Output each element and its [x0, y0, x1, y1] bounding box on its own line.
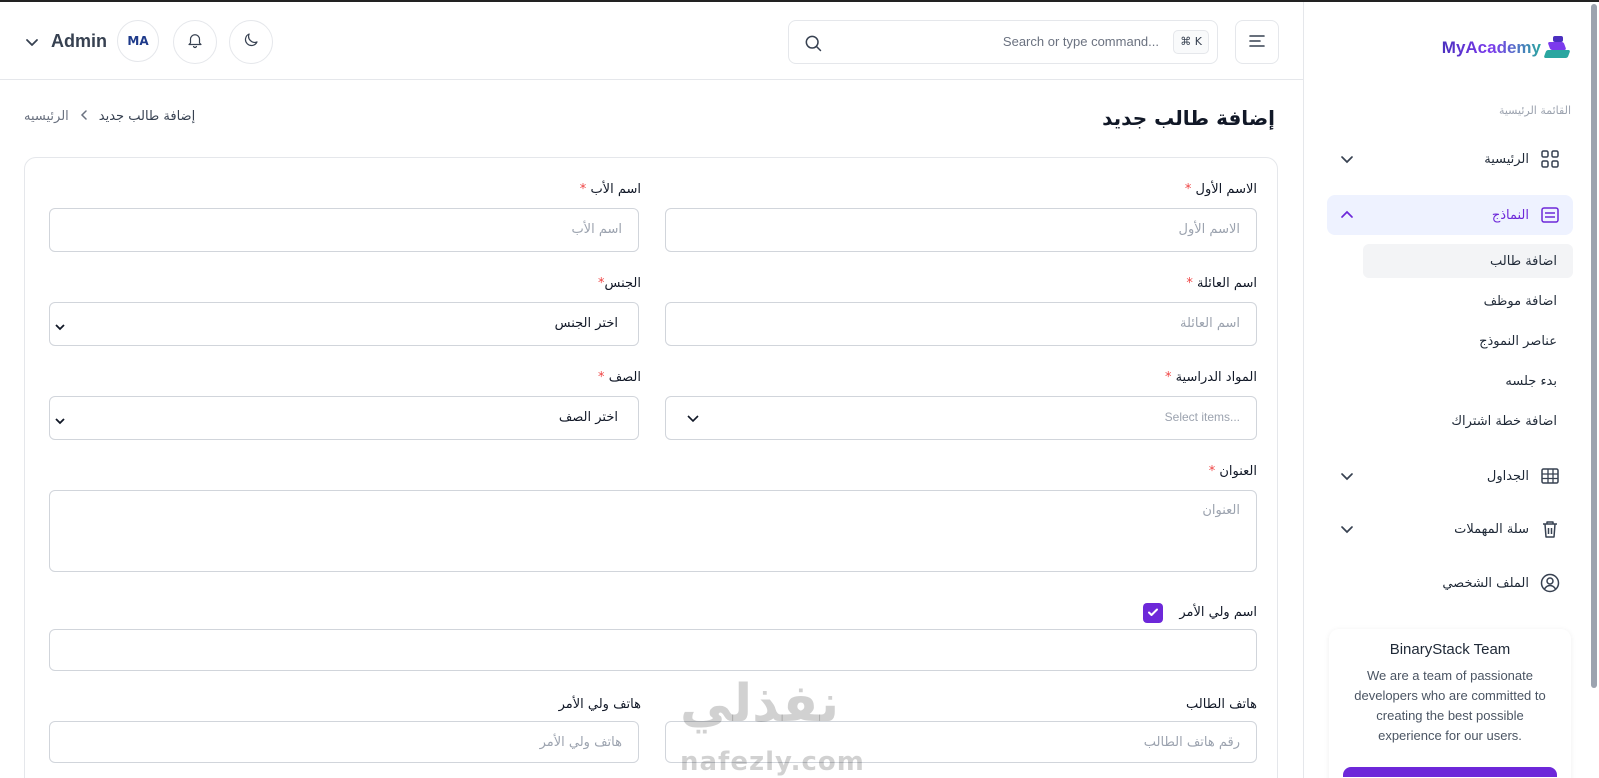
family-name-field[interactable]: اسم العائلة: [665, 302, 1257, 346]
guardian-name-field[interactable]: [49, 629, 1257, 671]
search-box[interactable]: Search or type command... ⌘ K: [788, 20, 1218, 64]
gender-select[interactable]: اختر الجنس: [49, 302, 639, 346]
team-title: BinaryStack Team: [1389, 641, 1511, 658]
menu-caption: القائمة الرئيسية: [1498, 104, 1571, 117]
family-name-label: اسم العائلة *: [1186, 276, 1257, 291]
father-name-field[interactable]: اسم الأب: [49, 208, 639, 252]
chevron-down-icon: [1339, 521, 1355, 537]
sidebar-subitem-form-elements[interactable]: عناصر النموذج: [1363, 324, 1573, 358]
app-logo[interactable]: MyAcademy: [1441, 36, 1571, 60]
top-header: Admin MA Search or type command... ⌘ K: [0, 2, 1303, 80]
guardian-name-checkbox[interactable]: [1143, 603, 1163, 623]
search-input[interactable]: Search or type command...: [1003, 34, 1159, 49]
guardian-phone-label: هاتف ولي الأمر: [558, 697, 641, 712]
moon-icon: [242, 31, 260, 53]
address-label: العنوان *: [1208, 464, 1257, 479]
notifications-button[interactable]: [173, 20, 217, 64]
sidebar-item-tables[interactable]: الجداول: [1327, 456, 1573, 496]
table-icon: [1539, 465, 1561, 487]
student-phone-label: هاتف الطالب: [1186, 697, 1257, 712]
chevron-down-icon: [54, 412, 66, 431]
bell-icon: [186, 31, 204, 53]
chevron-down-icon: [1339, 468, 1355, 484]
chevron-down-icon[interactable]: [24, 34, 40, 54]
grade-select[interactable]: اختر الصف: [49, 396, 639, 440]
gender-selected-value: اختر الجنس: [554, 316, 618, 331]
first-name-placeholder: الاسم الأول: [1178, 222, 1240, 237]
grade-label: الصف *: [598, 370, 641, 385]
sidebar-item-forms[interactable]: النماذج: [1327, 195, 1573, 235]
grid-icon: [1539, 148, 1561, 170]
logo-text: MyAcademy: [1441, 38, 1541, 57]
menu-icon: [1248, 33, 1266, 52]
gender-label: الجنس*: [598, 276, 641, 291]
address-textarea[interactable]: العنوان: [49, 490, 1257, 572]
breadcrumb-current: إضافة طالب جديد: [98, 109, 196, 124]
search-icon: [803, 33, 823, 57]
form-icon: [1539, 204, 1561, 226]
sidebar-item-label: سلة المهملات: [1454, 521, 1529, 537]
sidebar-subitem-add-plan[interactable]: اضافة خطة اشتراك: [1363, 404, 1573, 438]
sidebar: MyAcademy القائمة الرئيسية الرئيسية النم…: [1303, 2, 1599, 778]
guardian-name-label: اسم ولي الأمر: [1179, 605, 1257, 620]
dark-mode-toggle[interactable]: [229, 20, 273, 64]
avatar[interactable]: MA: [117, 20, 159, 62]
subjects-label: المواد الدراسية *: [1164, 370, 1257, 385]
first-name-field[interactable]: الاسم الأول: [665, 208, 1257, 252]
chevron-down-icon: [54, 318, 66, 337]
team-description: We are a team of passionate developers w…: [1354, 668, 1546, 743]
first-name-label: الاسم الأول *: [1184, 182, 1257, 197]
guardian-phone-field[interactable]: هاتف ولي الأمر: [49, 721, 639, 763]
chevron-up-icon: [1339, 207, 1355, 223]
user-name[interactable]: Admin: [51, 31, 107, 52]
team-action-button[interactable]: [1343, 767, 1557, 777]
user-icon: [1539, 572, 1561, 594]
watermark-arabic: نفذلي: [680, 674, 840, 734]
guardian-phone-placeholder: هاتف ولي الأمر: [539, 735, 622, 750]
father-name-label: اسم الأب *: [579, 182, 641, 197]
chevron-left-icon: [79, 109, 89, 124]
sidebar-subitem-start-session[interactable]: بدء جلسه: [1363, 364, 1573, 398]
page-title: إضافة طالب جديد: [1102, 106, 1275, 130]
books-logo-icon: [1543, 36, 1571, 60]
chevron-down-icon: [686, 410, 700, 429]
page-scrollbar[interactable]: [1591, 4, 1597, 688]
sidebar-item-label: الرئيسية: [1484, 151, 1529, 167]
trash-icon: [1539, 518, 1561, 540]
sidebar-item-profile[interactable]: الملف الشخصي: [1327, 563, 1573, 603]
breadcrumb: الرئيسيه إضافة طالب جديد: [24, 109, 195, 124]
subjects-placeholder: Select items...: [1164, 410, 1240, 424]
chevron-down-icon: [1339, 151, 1355, 167]
father-name-placeholder: اسم الأب: [571, 222, 622, 237]
sidebar-toggle-button[interactable]: [1235, 20, 1279, 64]
check-icon: [1146, 604, 1160, 623]
subjects-multiselect[interactable]: Select items...: [665, 396, 1257, 440]
sidebar-item-home[interactable]: الرئيسية: [1327, 139, 1573, 179]
student-phone-placeholder: رقم هاتف الطالب: [1143, 735, 1240, 750]
sidebar-item-label: الملف الشخصي: [1442, 575, 1529, 591]
family-name-placeholder: اسم العائلة: [1180, 316, 1240, 331]
address-placeholder: العنوان: [1202, 503, 1240, 518]
breadcrumb-home[interactable]: الرئيسيه: [24, 109, 69, 124]
sidebar-item-trash[interactable]: سلة المهملات: [1327, 509, 1573, 549]
sidebar-subitem-add-student[interactable]: اضافة طالب: [1363, 244, 1573, 278]
sidebar-subitem-add-employee[interactable]: اضافة موظف: [1363, 284, 1573, 318]
search-shortcut-badge: ⌘ K: [1173, 30, 1209, 54]
grade-selected-value: اختر الصف: [558, 410, 618, 425]
sidebar-item-label: الجداول: [1486, 468, 1529, 484]
watermark-url: nafezly.com: [680, 747, 865, 777]
sidebar-item-label: النماذج: [1491, 207, 1529, 223]
team-promo-card: BinaryStack Team We are a team of passio…: [1329, 629, 1571, 778]
